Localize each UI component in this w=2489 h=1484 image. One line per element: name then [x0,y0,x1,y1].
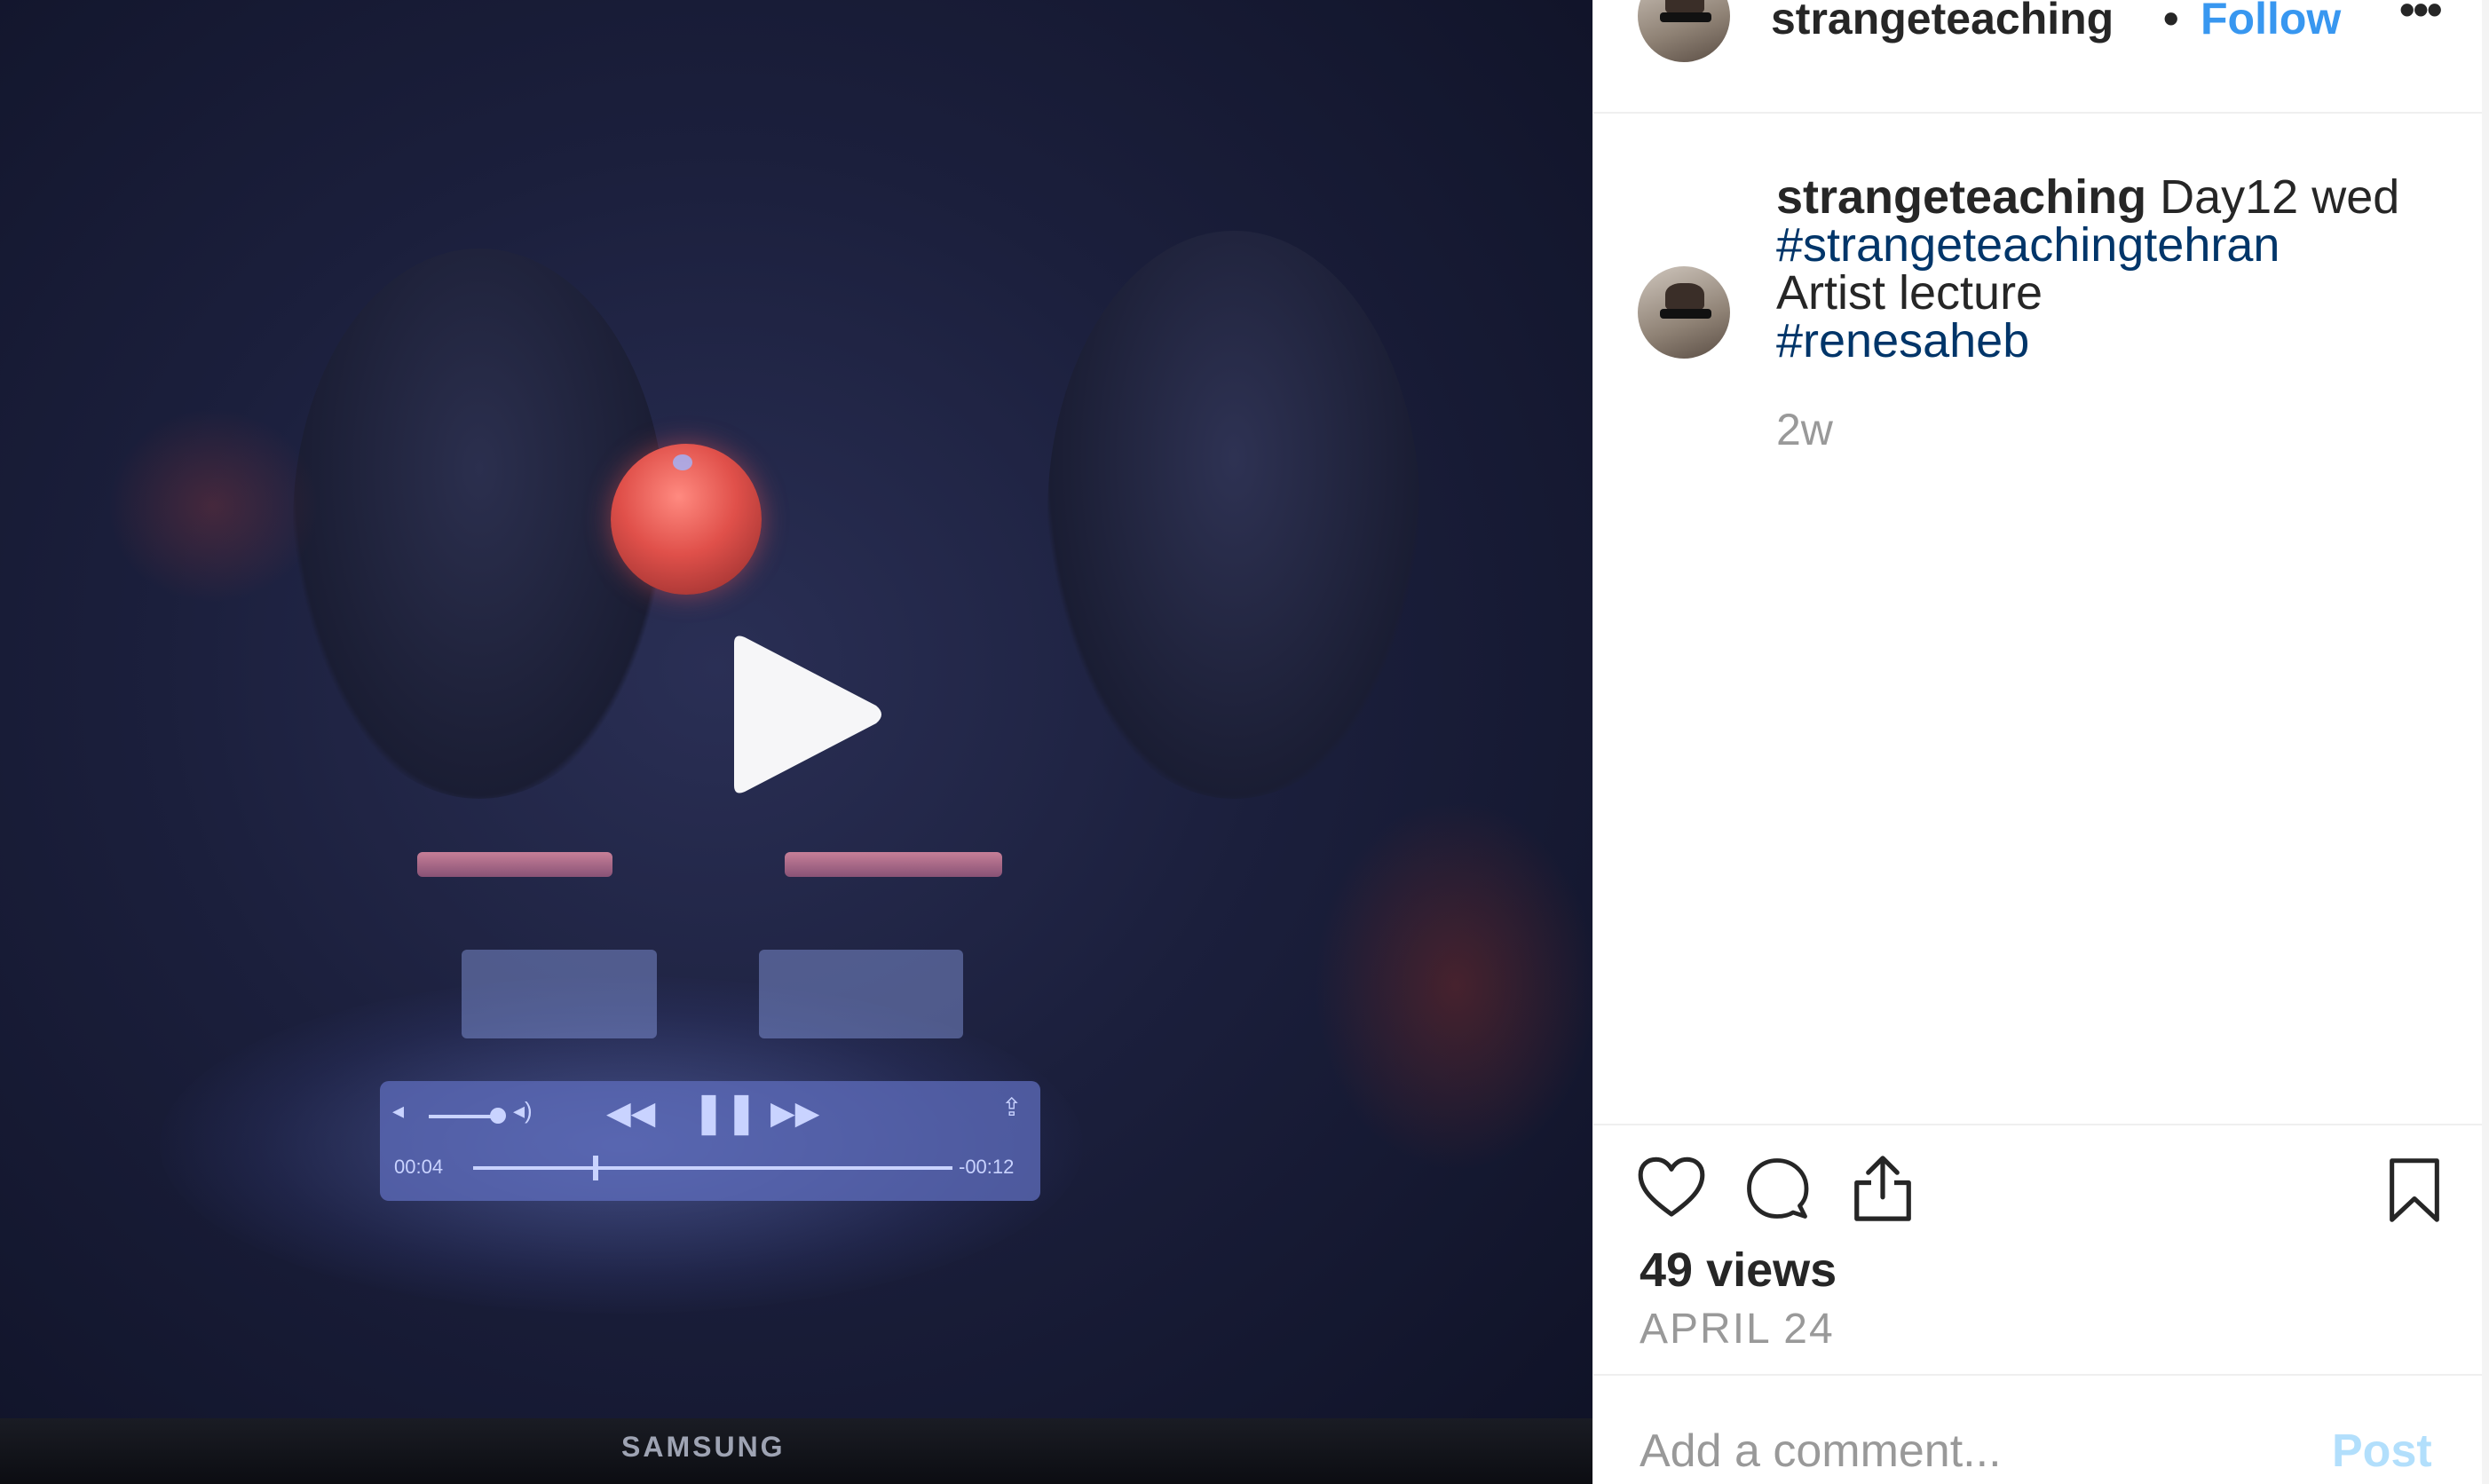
volume-knob [490,1108,506,1124]
blurred-person-right [1047,231,1420,799]
hashtag-link[interactable]: #strangeteachingtehran [1776,221,2469,269]
follow-button[interactable]: Follow [2201,0,2341,44]
rewind-icon: ◀◀ [606,1094,656,1131]
post-sidebar: strangeteaching • Follow ••• strangeteac… [1592,0,2489,1484]
remaining-time: -00:12 [959,1156,1015,1178]
screen-panel [759,950,963,1038]
screen-panel [462,950,657,1038]
tv-bezel [0,1418,1592,1484]
ambient-light [1314,799,1592,1172]
play-icon[interactable] [715,626,892,803]
divider [1593,1374,2489,1376]
pink-light-strip [785,852,1002,877]
ambient-light [107,408,320,604]
progress-track [473,1166,952,1170]
post-author-username[interactable]: strangeteaching [1771,0,2161,44]
post-date[interactable]: APRIL 24 [1640,1305,1835,1354]
post-comment-button[interactable]: Post [2332,1425,2432,1478]
bookmark-icon[interactable] [2387,1156,2442,1224]
tv-brand-logo: SAMSUNG [621,1431,786,1463]
progress-knob [593,1156,598,1180]
scrollbar[interactable] [2482,0,2489,1484]
caption-avatar[interactable] [1638,266,1730,359]
comment-bubble-icon[interactable] [1744,1156,1810,1220]
hashtag-link[interactable]: #renesaheb [1776,317,2469,365]
caption-text: Artist lecture [1776,266,2043,320]
divider [1593,1124,2489,1125]
fast-forward-icon: ▶▶ [770,1094,820,1131]
post-caption: strangeteaching Day12 wed #strangeteachi… [1776,173,2469,365]
header-separator: • [2163,0,2179,43]
heart-icon[interactable] [1638,1156,1705,1219]
pause-icon: ❚❚ [692,1091,758,1134]
share-icon[interactable] [1851,1154,1915,1223]
more-dots-icon[interactable]: ••• [2399,0,2442,36]
divider [1593,112,2489,114]
pink-light-strip [417,852,612,877]
caption-line: strangeteaching Day12 wed [1776,173,2469,221]
caption-text: Day12 wed [2146,170,2400,224]
share-out-icon: ⇪ [1001,1093,1023,1121]
view-count[interactable]: 49 views [1640,1243,1837,1298]
red-sphere [611,444,762,595]
caption-timestamp[interactable]: 2w [1776,404,1833,455]
photographed-player-controls: ◂ ◂) ◀◀ ❚❚ ▶▶ ⇪ 00:04 -00:12 [380,1081,1040,1201]
video-media[interactable]: ◂ ◂) ◀◀ ❚❚ ▶▶ ⇪ 00:04 -00:12 SAMSUNG [0,0,1592,1484]
elapsed-time: 00:04 [394,1156,444,1178]
volume-track [429,1115,500,1118]
blurred-person-left [293,249,666,799]
volume-high-icon: ◂) [513,1097,533,1124]
avatar[interactable] [1638,0,1730,62]
comment-input[interactable] [1640,1425,2314,1478]
caption-username[interactable]: strangeteaching [1776,170,2146,224]
volume-low-icon: ◂ [392,1097,405,1124]
